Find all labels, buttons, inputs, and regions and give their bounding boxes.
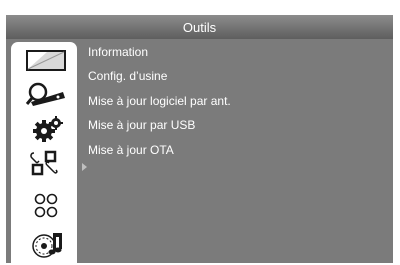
title-bar: Outils: [6, 15, 393, 39]
menu-item-information[interactable]: Information: [88, 42, 388, 66]
page-title: Outils: [182, 19, 217, 35]
four-circles-icon[interactable]: [25, 192, 67, 218]
tools-menu-list: Information Config. d’usine Mise à jour …: [88, 42, 388, 164]
chevron-right-icon: [82, 163, 87, 171]
menu-item-usb-update[interactable]: Mise à jour par USB: [88, 115, 388, 139]
gears-icon[interactable]: [25, 116, 67, 142]
menu-item-factory-settings[interactable]: Config. d’usine: [88, 66, 388, 90]
menu-item-ota-update[interactable]: Mise à jour OTA: [88, 140, 388, 164]
sidebar: [11, 42, 77, 264]
osd-screen: Outils Information Config. d’usine Mise …: [0, 0, 400, 265]
music-disc-icon[interactable]: [25, 232, 67, 258]
tools-settings-icon[interactable]: [25, 150, 67, 176]
monitor-icon[interactable]: [25, 48, 67, 74]
menu-item-ota-antenna-update[interactable]: Mise à jour logiciel par ant.: [88, 91, 388, 115]
satellite-receiver-icon[interactable]: [25, 82, 67, 108]
